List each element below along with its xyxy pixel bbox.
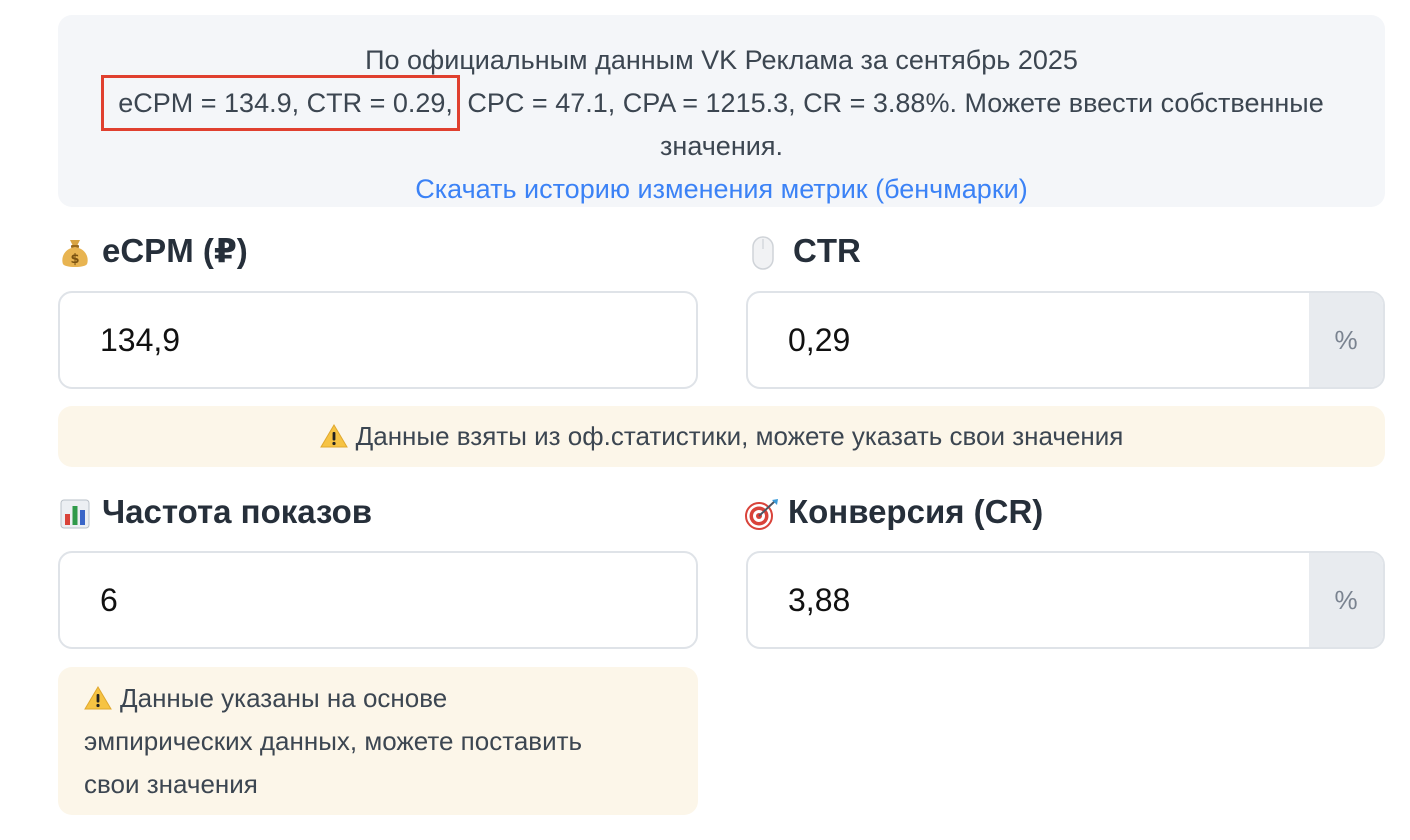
empirical-notice-line2: эмпирических данных, можете поставить xyxy=(84,726,583,756)
benchmark-info-box: По официальным данным VK Реклама за сент… xyxy=(58,15,1385,207)
highlight-box: eCPM = 134.9, CTR = 0.29, xyxy=(101,75,460,131)
cr-label-text: Конверсия (CR) xyxy=(788,493,1044,530)
ecpm-input[interactable]: 134,9 xyxy=(58,291,698,389)
target-icon xyxy=(745,498,779,531)
info-metrics-rest: CPC = 47.1, CPA = 1215.3, CR = 3.88%. Мо… xyxy=(459,88,1324,118)
bar-chart-icon xyxy=(60,499,90,529)
info-tail: значения. xyxy=(660,131,783,161)
money-bag-icon: $ xyxy=(60,237,90,269)
info-metrics-line: eCPM = 134.9, CTR = 0.29, CPC = 47.1, CP… xyxy=(58,75,1385,131)
frequency-label-text: Частота показов xyxy=(102,493,373,530)
ctr-value: 0,29 xyxy=(788,321,851,358)
frequency-label: Частота показов xyxy=(60,490,372,534)
official-notice-text: Данные взяты из оф.статистики, можете ук… xyxy=(355,421,1124,451)
cr-input[interactable]: 3,88 % xyxy=(746,551,1385,649)
warning-icon xyxy=(84,680,112,710)
empirical-notice-line3: свои значения xyxy=(84,769,258,799)
ecpm-label-text: eCPM (₽) xyxy=(102,232,248,269)
ctr-label-text: CTR xyxy=(793,232,861,269)
empirical-data-notice: Данные указаны на основе эмпирических да… xyxy=(58,667,698,815)
ecpm-label: $ eCPM (₽) xyxy=(60,229,248,273)
empirical-notice-line1: Данные указаны на основе xyxy=(120,683,448,713)
cr-percent-suffix: % xyxy=(1309,553,1383,647)
ctr-label: CTR xyxy=(751,229,861,273)
warning-icon xyxy=(319,409,348,448)
frequency-value: 6 xyxy=(100,581,118,618)
ctr-input[interactable]: 0,29 % xyxy=(746,291,1385,389)
frequency-input[interactable]: 6 xyxy=(58,551,698,649)
svg-text:$: $ xyxy=(70,252,79,267)
download-benchmarks-link[interactable]: Скачать историю изменения метрик (бенчма… xyxy=(58,168,1385,211)
ctr-percent-suffix: % xyxy=(1309,293,1383,387)
cr-value: 3,88 xyxy=(788,581,851,618)
cr-label: Конверсия (CR) xyxy=(745,490,1043,534)
mouse-icon xyxy=(751,236,781,271)
ecpm-value: 134,9 xyxy=(100,321,181,358)
official-data-notice: Данные взяты из оф.статистики, можете ук… xyxy=(58,406,1385,467)
